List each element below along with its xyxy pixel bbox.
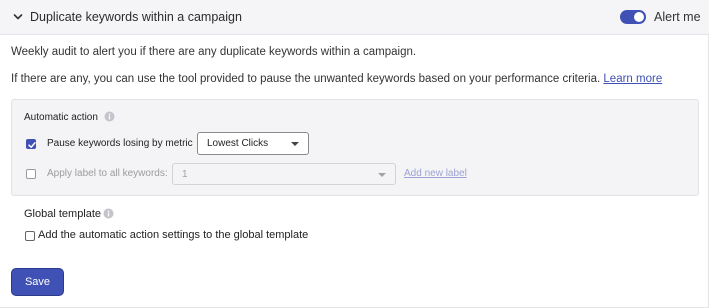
checkmark-icon	[28, 142, 36, 148]
description-line-2: If there are any, you can use the tool p…	[11, 73, 662, 85]
save-button[interactable]: Save	[11, 268, 64, 296]
label-select[interactable]: 1	[172, 163, 396, 185]
automatic-action-box: Automatic action Pause keywords losing b…	[11, 99, 699, 196]
learn-more-link[interactable]: Learn more	[603, 73, 662, 85]
caret-down-icon	[378, 173, 386, 177]
pause-keywords-label: Pause keywords losing by metric	[47, 138, 193, 149]
add-new-label-link[interactable]: Add new label	[404, 168, 467, 179]
pause-keywords-checkbox[interactable]	[26, 139, 36, 149]
panel-header[interactable]: Duplicate keywords within a campaign Ale…	[0, 0, 709, 35]
global-template-checkbox[interactable]	[25, 231, 35, 241]
description-line-1: Weekly audit to alert you if there are a…	[11, 46, 417, 58]
alert-label: Alert me	[654, 10, 701, 24]
apply-label-label: Apply label to all keywords:	[47, 168, 168, 179]
caret-down-icon	[291, 142, 299, 146]
info-icon[interactable]	[104, 111, 115, 122]
panel-title: Duplicate keywords within a campaign	[30, 10, 242, 24]
alert-toggle[interactable]	[620, 10, 646, 24]
chevron-down-icon[interactable]	[12, 11, 24, 23]
toggle-knob	[634, 12, 644, 22]
alert-settings-panel: Duplicate keywords within a campaign Ale…	[0, 0, 709, 308]
metric-select[interactable]: Lowest Clicks	[197, 132, 309, 155]
global-template-label: Add the automatic action settings to the…	[38, 229, 309, 241]
apply-label-checkbox[interactable]	[26, 169, 36, 179]
description-text: If there are any, you can use the tool p…	[11, 73, 601, 85]
metric-select-value: Lowest Clicks	[207, 138, 269, 149]
info-icon[interactable]	[103, 208, 114, 219]
global-template-title: Global template	[24, 208, 102, 220]
automatic-action-title: Automatic action	[24, 112, 98, 123]
label-select-value: 1	[182, 169, 188, 180]
